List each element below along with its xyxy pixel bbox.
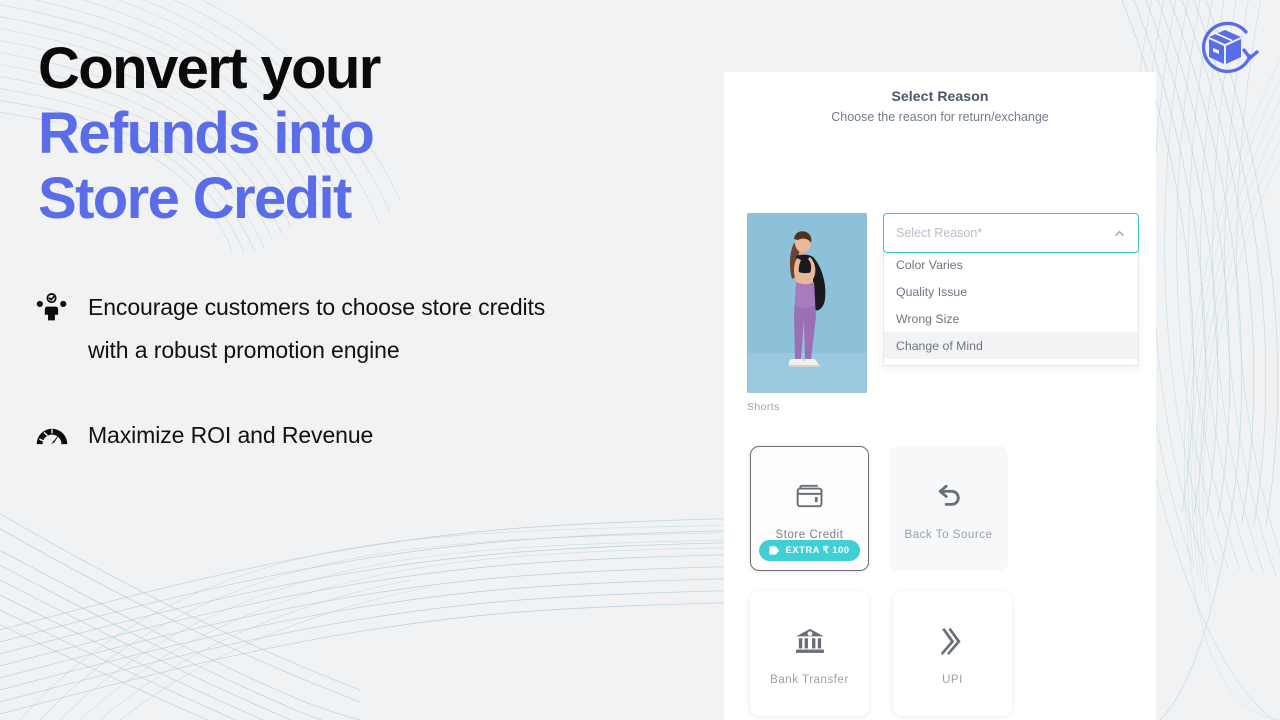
return-app-panel: Select Reason Choose the reason for retu…	[724, 72, 1156, 720]
feature-bullet-list: Encourage customers to choose store cred…	[32, 286, 652, 457]
wallet-icon	[795, 476, 825, 516]
product-image	[747, 213, 867, 393]
panel-header: Select Reason Choose the reason for retu…	[724, 72, 1156, 124]
panel-title: Select Reason	[891, 88, 989, 104]
feature-bullet-text: Encourage customers to choose store cred…	[88, 294, 546, 363]
refund-method-upi[interactable]: UPI	[893, 591, 1012, 716]
reason-option[interactable]: Change of Mind	[884, 332, 1138, 359]
return-box-logo	[1188, 12, 1262, 86]
badge-text: EXTRA ₹ 100	[785, 545, 850, 556]
feature-bullet-item: Encourage customers to choose store cred…	[32, 286, 652, 372]
refund-method-grid-row-2: UPI	[750, 591, 1135, 716]
product-card: Shorts	[747, 213, 867, 413]
refund-method-back-to-source[interactable]: Back To Source	[889, 446, 1008, 571]
refund-method-label: Back To Source	[904, 529, 993, 541]
headline-line-3: Store Credit	[38, 166, 352, 231]
status-badge: EXTRA ₹ 100	[758, 540, 861, 561]
promo-banner: Convert your Refunds into Store Credit E…	[0, 0, 1280, 720]
panel-subtitle: Choose the reason for return/exchange	[831, 110, 1049, 124]
tag-icon	[768, 545, 780, 556]
reason-option-list[interactable]: Color Varies Quality Issue Wrong Size Ch…	[883, 251, 1139, 366]
reason-selection-row: Shorts Select Reason* Color Varies Quali…	[747, 213, 1139, 413]
reason-option[interactable]: Color Varies	[884, 251, 1138, 278]
undo-arrow-icon	[934, 476, 964, 516]
hero-copy: Convert your Refunds into Store Credit	[38, 36, 678, 231]
reason-select-placeholder: Select Reason*	[896, 226, 983, 240]
reason-select[interactable]: Select Reason* Color Varies Quality Issu…	[883, 213, 1139, 366]
feature-bullet-text: Maximize ROI and Revenue	[88, 422, 374, 448]
product-name: Shorts	[747, 401, 780, 413]
refund-method-label: UPI	[942, 674, 963, 686]
customer-choice-icon	[32, 288, 72, 328]
chevron-up-icon[interactable]	[1112, 226, 1126, 240]
headline-line-2: Refunds into	[38, 101, 375, 166]
headline-line-1: Convert your	[38, 36, 381, 101]
refund-method-store-credit[interactable]: Store Credit EXTRA ₹ 100	[750, 446, 869, 571]
reason-option[interactable]: Wrong Size	[884, 305, 1138, 332]
feature-bullet-item: Maximize ROI and Revenue	[32, 414, 652, 457]
upi-icon	[939, 621, 966, 661]
page-title: Convert your Refunds into Store Credit	[38, 36, 678, 231]
speedometer-icon	[32, 416, 72, 456]
reason-select-control[interactable]: Select Reason*	[883, 213, 1139, 253]
reason-option[interactable]: Quality Issue	[884, 278, 1138, 305]
